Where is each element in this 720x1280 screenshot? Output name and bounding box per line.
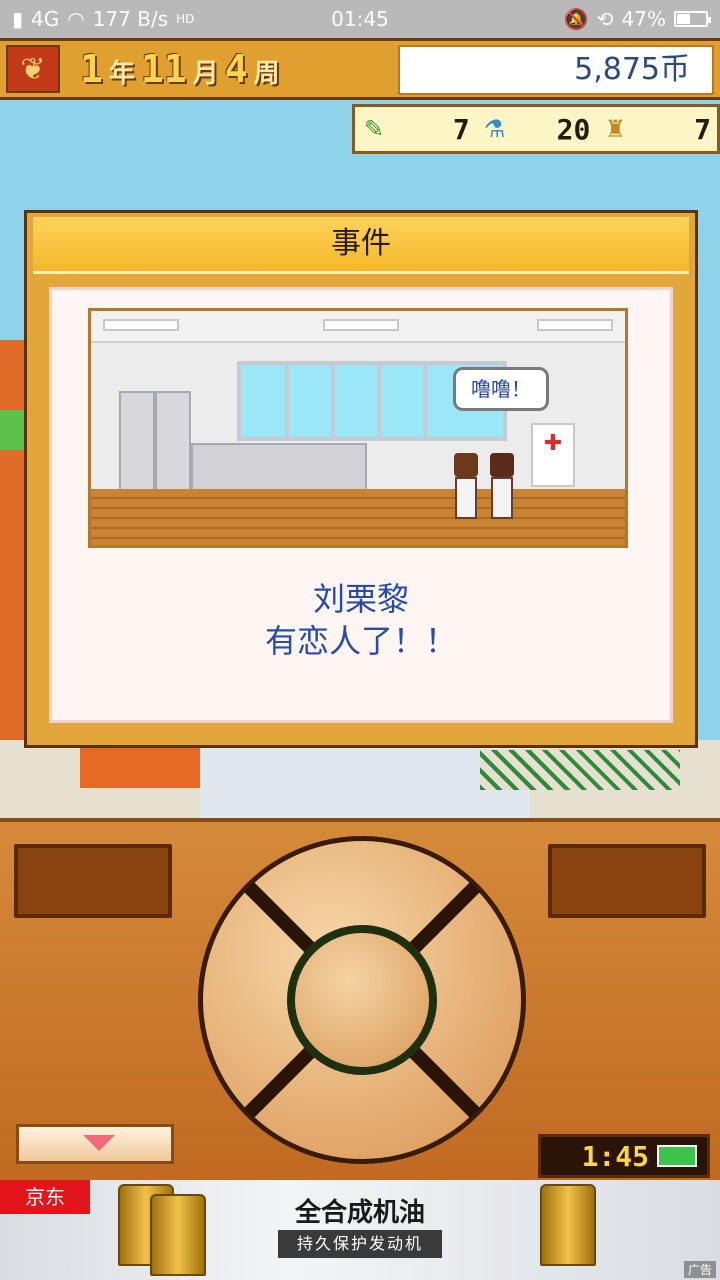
month-unit: 月	[192, 59, 219, 89]
fence	[480, 750, 680, 790]
mute-icon: 🔕	[563, 7, 589, 31]
ceiling-lamp	[537, 319, 613, 331]
week-unit: 周	[253, 59, 280, 89]
game-date: 1 年 11 月 4 周	[80, 47, 280, 91]
network-type: 4G	[31, 7, 60, 31]
battery-percent: 47%	[621, 7, 666, 31]
ad-subtitle: 持久保护发动机	[278, 1230, 442, 1258]
trophy-icon: ♜	[604, 115, 627, 143]
research-stats-bar: ✎ 7 ⚗ 20 ♜ 7	[352, 104, 720, 154]
money-display: 5,875币	[398, 45, 714, 95]
ceiling-lamp	[323, 319, 399, 331]
week-number: 4	[224, 47, 248, 91]
status-time: 01:45	[331, 7, 389, 31]
year-number: 1	[80, 47, 103, 91]
status-bar: ▮ 4G ◠ 177 B/s HD 01:45 🔕 ⟲ 47%	[0, 0, 720, 38]
speech-bubble: 噜噜！	[453, 367, 549, 411]
ceiling-lamp	[103, 319, 179, 331]
rotation-lock-icon: ⟲	[596, 7, 614, 31]
locker	[155, 391, 191, 491]
event-dialog[interactable]: 事件 噜噜！	[24, 210, 698, 748]
dialog-body: 噜噜！ 刘栗黎 有恋人了！！	[49, 287, 673, 723]
hd-badge: HD	[176, 12, 195, 26]
year-unit: 年	[108, 59, 135, 89]
game-top-bar: ❦ 1 年 11 月 4 周 5,875币	[0, 38, 720, 100]
right-action-button[interactable]	[548, 844, 706, 918]
ceiling	[91, 311, 625, 343]
campus-scene	[0, 740, 720, 821]
ad-banner[interactable]: 京东 全合成机油 持久保护发动机 广告	[0, 1180, 720, 1280]
student-boy	[487, 453, 517, 523]
dpad-center-button[interactable]	[287, 925, 437, 1075]
message-line-1: 刘栗黎	[312, 580, 409, 618]
first-aid-sign	[531, 423, 575, 487]
pencil-icon: ✎	[363, 115, 385, 143]
battery-full-icon	[657, 1145, 697, 1167]
dialog-title: 事件	[33, 217, 689, 274]
jd-logo: 京东	[0, 1180, 90, 1214]
stat-value-pencil: 7	[452, 112, 470, 146]
ad-title: 全合成机油	[294, 1198, 425, 1228]
signal-icon: ▮	[12, 7, 24, 31]
stat-value-trophy: 7	[694, 112, 712, 146]
left-action-button[interactable]	[14, 844, 172, 918]
locker	[119, 391, 155, 491]
clock-time: 1:45	[581, 1139, 649, 1173]
message-line-2: 有恋人了！！	[264, 622, 457, 660]
game-controller: 1:45	[0, 818, 720, 1180]
network-speed: 177 B/s	[92, 7, 169, 31]
oil-bottle-image	[540, 1184, 596, 1266]
wifi-icon: ◠	[67, 7, 85, 31]
game-clock: 1:45	[538, 1134, 710, 1178]
ad-tag: 广告	[683, 1261, 716, 1278]
event-scene-image: 噜噜！	[88, 308, 628, 548]
flask-icon: ⚗	[483, 115, 506, 143]
cabinet	[191, 443, 367, 495]
wooden-floor	[91, 489, 625, 545]
month-number: 11	[140, 47, 187, 91]
stat-value-flask: 20	[556, 112, 591, 146]
student-girl	[451, 453, 481, 523]
oil-bottle-image	[150, 1194, 206, 1276]
battery-icon	[674, 11, 711, 27]
event-message: 刘栗黎 有恋人了！！	[52, 578, 670, 662]
direction-pad[interactable]	[198, 836, 526, 1164]
menu-toggle-button[interactable]	[16, 1124, 174, 1164]
autumn-hedge	[80, 748, 220, 788]
maple-leaf-icon[interactable]: ❦	[6, 45, 60, 93]
